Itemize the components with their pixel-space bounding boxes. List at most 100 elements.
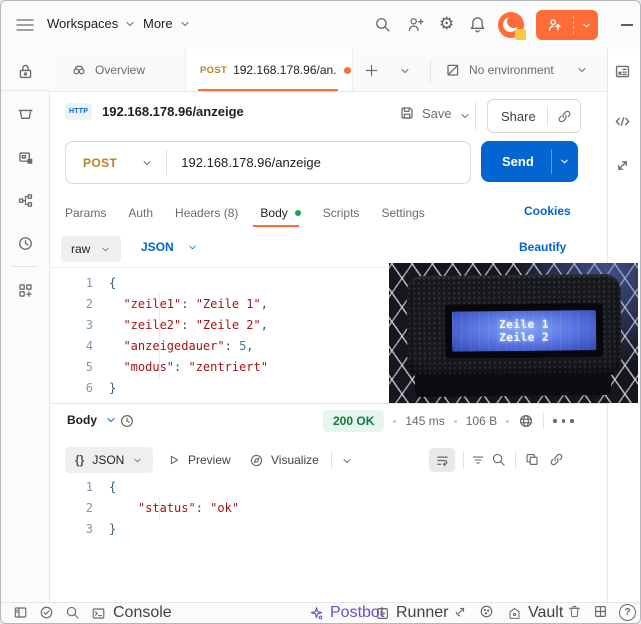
save-button[interactable]: Save	[399, 105, 452, 121]
status-badge[interactable]: 200 OK	[323, 410, 384, 432]
lcd-bezel: Zeile 1 Zeile 2	[445, 303, 604, 359]
find-button[interactable]	[65, 605, 80, 620]
response-format-dropdown[interactable]: {} JSON	[65, 447, 153, 473]
minimize-icon[interactable]	[621, 24, 633, 26]
upgrade-dropdown[interactable]	[575, 20, 598, 31]
share-button-group: Share	[487, 99, 581, 133]
language-dropdown[interactable]: JSON	[141, 240, 198, 254]
tab-body[interactable]: Body	[260, 206, 300, 220]
vault-icon	[507, 606, 522, 621]
chevron-down-icon	[559, 156, 570, 167]
tab-overview[interactable]: Overview	[71, 49, 145, 91]
publish-icon	[547, 17, 563, 33]
trash-icon	[567, 604, 582, 619]
person-add-icon	[407, 16, 424, 33]
flows-icon	[17, 192, 34, 209]
sidebar-item-collections[interactable]	[17, 106, 34, 123]
send-split-button[interactable]: Send	[481, 141, 578, 182]
runner-button[interactable]: Runner	[375, 604, 448, 622]
response-history-button[interactable]	[119, 413, 135, 429]
main-menu-button[interactable]	[16, 18, 34, 32]
response-body-editor[interactable]: 1{2 "status": "ok"3}	[49, 477, 607, 540]
more-menu[interactable]: More	[143, 16, 191, 31]
chevron-down-icon	[100, 244, 111, 255]
workspaces-label: Workspaces	[47, 16, 118, 31]
body-type-dropdown[interactable]: raw	[61, 236, 121, 262]
search-button[interactable]	[374, 16, 391, 33]
search-icon	[65, 605, 80, 620]
postman-window: Workspaces More ⚙	[0, 0, 641, 624]
notification-badge	[515, 29, 526, 40]
grid-plus-icon	[17, 282, 34, 299]
plus-icon	[364, 63, 379, 78]
chevron-down-icon	[581, 20, 592, 31]
preview-button[interactable]: Preview	[167, 447, 231, 473]
tab-params[interactable]: Params	[65, 206, 106, 220]
console-button[interactable]: Console	[91, 604, 172, 622]
response-size[interactable]: 106 B	[466, 414, 497, 428]
toggle-sidebar-button[interactable]	[13, 605, 28, 620]
chevron-down-icon	[105, 414, 117, 426]
environment-selector[interactable]: No environment	[445, 49, 588, 91]
sidebar-item-lock[interactable]	[17, 63, 34, 80]
save-options-button[interactable]	[459, 110, 471, 122]
postman-logo[interactable]	[498, 12, 524, 38]
visualize-button[interactable]: Visualize	[249, 447, 319, 473]
unsaved-changes-dot	[344, 67, 351, 74]
pane-splitter[interactable]	[49, 403, 607, 404]
new-tab-button[interactable]	[364, 63, 379, 78]
sidebar-item-environments[interactable]	[17, 149, 34, 166]
upgrade-split-button[interactable]	[536, 10, 598, 40]
sidebar-item-flows[interactable]	[17, 192, 34, 209]
cookie-icon	[479, 604, 494, 619]
chevron-down-icon	[576, 64, 588, 76]
http-method-badge: HTTP	[65, 103, 92, 120]
tab-options-button[interactable]	[399, 65, 411, 77]
cookies-manager-button[interactable]	[479, 604, 494, 619]
tab-request-active[interactable]: POST 192.168.178.96/an.	[185, 49, 353, 91]
filter-button[interactable]	[471, 453, 485, 467]
workspaces-menu[interactable]: Workspaces	[47, 16, 136, 31]
capture-requests-button[interactable]	[453, 604, 468, 619]
history-icon	[119, 413, 135, 429]
tab-auth[interactable]: Auth	[128, 206, 153, 220]
copy-icon	[525, 452, 540, 467]
settings-button[interactable]: ⚙	[439, 14, 454, 34]
visualize-options-button[interactable]	[341, 455, 353, 467]
network-globe-icon[interactable]	[518, 413, 534, 429]
tab-settings[interactable]: Settings	[381, 206, 424, 220]
tab-headers[interactable]: Headers (8)	[175, 206, 238, 220]
response-link-button[interactable]	[549, 452, 564, 467]
copy-response-button[interactable]	[525, 452, 540, 467]
method-selector[interactable]: POST	[83, 156, 117, 170]
code-snippet-button[interactable]	[614, 113, 631, 130]
share-button[interactable]: Share	[501, 109, 536, 124]
trash-button[interactable]	[567, 604, 582, 619]
help-button[interactable]: ?	[619, 604, 636, 621]
request-title-row: HTTP 192.168.178.96/anzeige	[65, 103, 244, 120]
cookies-link[interactable]: Cookies	[524, 204, 571, 218]
notifications-button[interactable]	[469, 16, 486, 33]
response-time[interactable]: 145 ms	[405, 414, 444, 428]
sync-status-button[interactable]	[39, 605, 54, 620]
environment-quick-look[interactable]	[614, 63, 631, 80]
wrap-text-button[interactable]	[429, 448, 455, 472]
postbot-button[interactable]: Postbot	[309, 604, 384, 622]
vault-button[interactable]: Vault	[507, 604, 563, 622]
response-more-options[interactable]	[553, 419, 574, 423]
search-response-button[interactable]	[491, 452, 506, 467]
send-options-button[interactable]	[552, 156, 578, 167]
beautify-link[interactable]: Beautify	[519, 240, 566, 254]
tab-scripts[interactable]: Scripts	[323, 206, 360, 220]
url-input[interactable]: 192.168.178.96/anzeige	[181, 155, 321, 170]
response-body-dropdown[interactable]: Body	[67, 413, 117, 427]
sidebar-item-more-tools[interactable]	[17, 282, 34, 299]
chevron-down-icon[interactable]	[141, 157, 153, 169]
sidebar-item-history[interactable]	[17, 235, 34, 252]
collapse-panels-button[interactable]	[614, 157, 631, 174]
copy-link-button[interactable]	[557, 109, 572, 124]
chevron-down-icon	[124, 18, 136, 30]
split-panes-button[interactable]	[593, 604, 608, 619]
link-icon	[557, 109, 572, 124]
invite-button[interactable]	[407, 16, 424, 33]
